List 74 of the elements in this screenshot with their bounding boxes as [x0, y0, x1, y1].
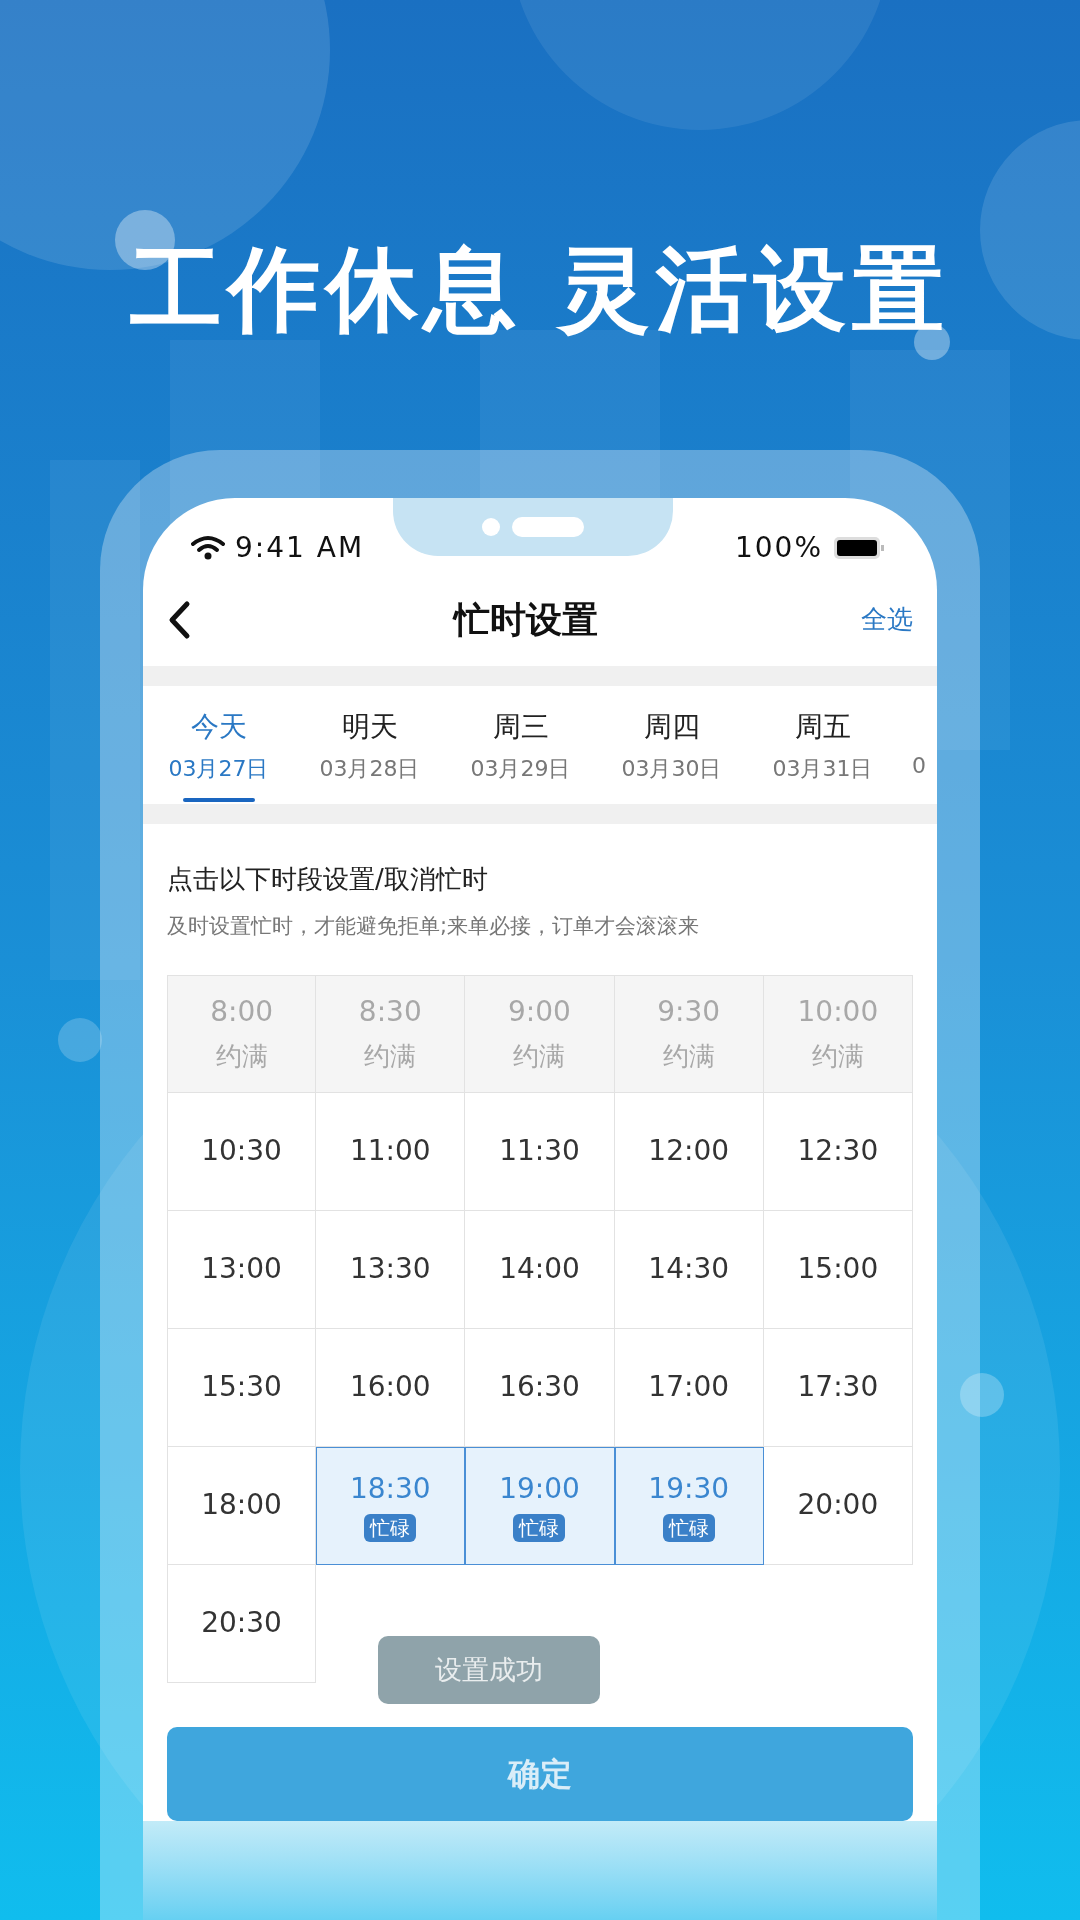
slot-status: 约满 — [364, 1040, 417, 1073]
slot-time: 11:00 — [349, 1133, 431, 1169]
wifi-icon — [191, 535, 225, 561]
status-time: 9:41 AM — [235, 530, 365, 566]
time-slot[interactable]: 11:00 — [316, 1092, 466, 1211]
slot-time: 10:00 — [797, 994, 879, 1030]
slot-time: 11:30 — [499, 1133, 580, 1169]
day-tab[interactable]: 明天 03月28日 — [294, 686, 445, 804]
time-slot[interactable]: 19:30 忙碌 — [614, 1446, 764, 1565]
slot-time: 13:00 — [201, 1251, 282, 1287]
time-slot[interactable]: 19:00 忙碌 — [465, 1446, 615, 1565]
time-slot[interactable]: 12:00 — [614, 1092, 764, 1211]
slot-time: 8:00 — [210, 994, 274, 1030]
slot-time: 9:00 — [508, 994, 571, 1030]
time-slot[interactable]: 14:00 — [465, 1210, 615, 1329]
slot-time: 9:30 — [657, 994, 721, 1030]
slot-time: 16:00 — [349, 1369, 431, 1405]
slot-time: 17:30 — [797, 1369, 879, 1405]
time-slot[interactable]: 15:30 — [167, 1328, 317, 1447]
busy-badge: 忙碌 — [364, 1514, 417, 1542]
slot-time: 12:30 — [797, 1133, 879, 1169]
time-slot[interactable]: 12:30 — [763, 1092, 913, 1211]
headline: 工作休息 — [130, 235, 522, 345]
slot-time: 16:30 — [499, 1369, 580, 1405]
slot-time: 18:30 — [349, 1471, 431, 1507]
time-slot[interactable]: 20:30 — [167, 1564, 317, 1683]
day-tab[interactable]: 周四 03月30日 — [596, 686, 747, 804]
time-slot[interactable]: 13:00 — [167, 1210, 317, 1329]
busy-badge: 忙碌 — [662, 1514, 715, 1542]
slot-time: 14:30 — [648, 1251, 730, 1287]
slot-time: 8:30 — [358, 994, 422, 1030]
battery-icon — [833, 536, 885, 560]
slot-status: 约满 — [811, 1040, 864, 1073]
time-slot[interactable]: 18:30 忙碌 — [316, 1446, 466, 1565]
slot-time: 17:00 — [648, 1369, 730, 1405]
back-icon[interactable] — [167, 599, 191, 640]
time-slot[interactable]: 17:30 — [763, 1328, 913, 1447]
time-slot[interactable]: 10:30 — [167, 1092, 317, 1211]
slot-time: 10:30 — [201, 1133, 282, 1169]
time-slot[interactable]: 11:30 — [465, 1092, 615, 1211]
slot-status: 约满 — [662, 1040, 715, 1073]
slot-status: 约满 — [215, 1040, 268, 1073]
page-title: 忙时设置 — [454, 597, 598, 642]
time-slot[interactable]: 17:00 — [614, 1328, 764, 1447]
slot-time: 14:00 — [499, 1251, 580, 1287]
time-slot[interactable]: 15:00 — [763, 1210, 913, 1329]
busy-badge: 忙碌 — [513, 1514, 566, 1542]
headline: 灵活设置 — [558, 235, 950, 345]
battery-percent: 100% — [734, 530, 823, 566]
time-slot[interactable]: 16:00 — [316, 1328, 466, 1447]
time-slot[interactable]: 20:00 — [763, 1446, 913, 1565]
time-slot[interactable]: 16:30 — [465, 1328, 615, 1447]
slot-time: 19:00 — [499, 1471, 580, 1507]
slot-time: 18:00 — [201, 1487, 282, 1523]
hint-title: 点击以下时段设置/取消忙时 — [167, 863, 489, 896]
day-tab[interactable]: 周五 03月31日 — [747, 686, 898, 804]
day-tab[interactable]: 0 — [898, 686, 928, 804]
slot-status: 约满 — [513, 1040, 566, 1073]
slot-time: 20:30 — [201, 1605, 282, 1641]
day-tab[interactable]: 今天 03月27日 — [143, 686, 294, 804]
slot-time: 19:30 — [648, 1471, 730, 1507]
select-all-button[interactable]: 全选 — [861, 600, 913, 639]
time-slot[interactable]: 13:30 — [316, 1210, 466, 1329]
slot-time: 13:30 — [349, 1251, 431, 1287]
speaker-icon — [512, 517, 584, 537]
day-tab[interactable]: 周三 03月29日 — [445, 686, 596, 804]
slot-time: 15:00 — [797, 1251, 879, 1287]
toast-message: 设置成功 — [378, 1636, 600, 1704]
slot-time: 20:00 — [797, 1487, 879, 1523]
slot-time: 15:30 — [201, 1369, 282, 1405]
time-slot[interactable]: 14:30 — [614, 1210, 764, 1329]
time-slot[interactable]: 18:00 — [167, 1446, 317, 1565]
hint-subtitle: 及时设置忙时，才能避免拒单;来单必接，订单才会滚滚来 — [167, 913, 701, 940]
slot-time: 12:00 — [648, 1133, 730, 1169]
